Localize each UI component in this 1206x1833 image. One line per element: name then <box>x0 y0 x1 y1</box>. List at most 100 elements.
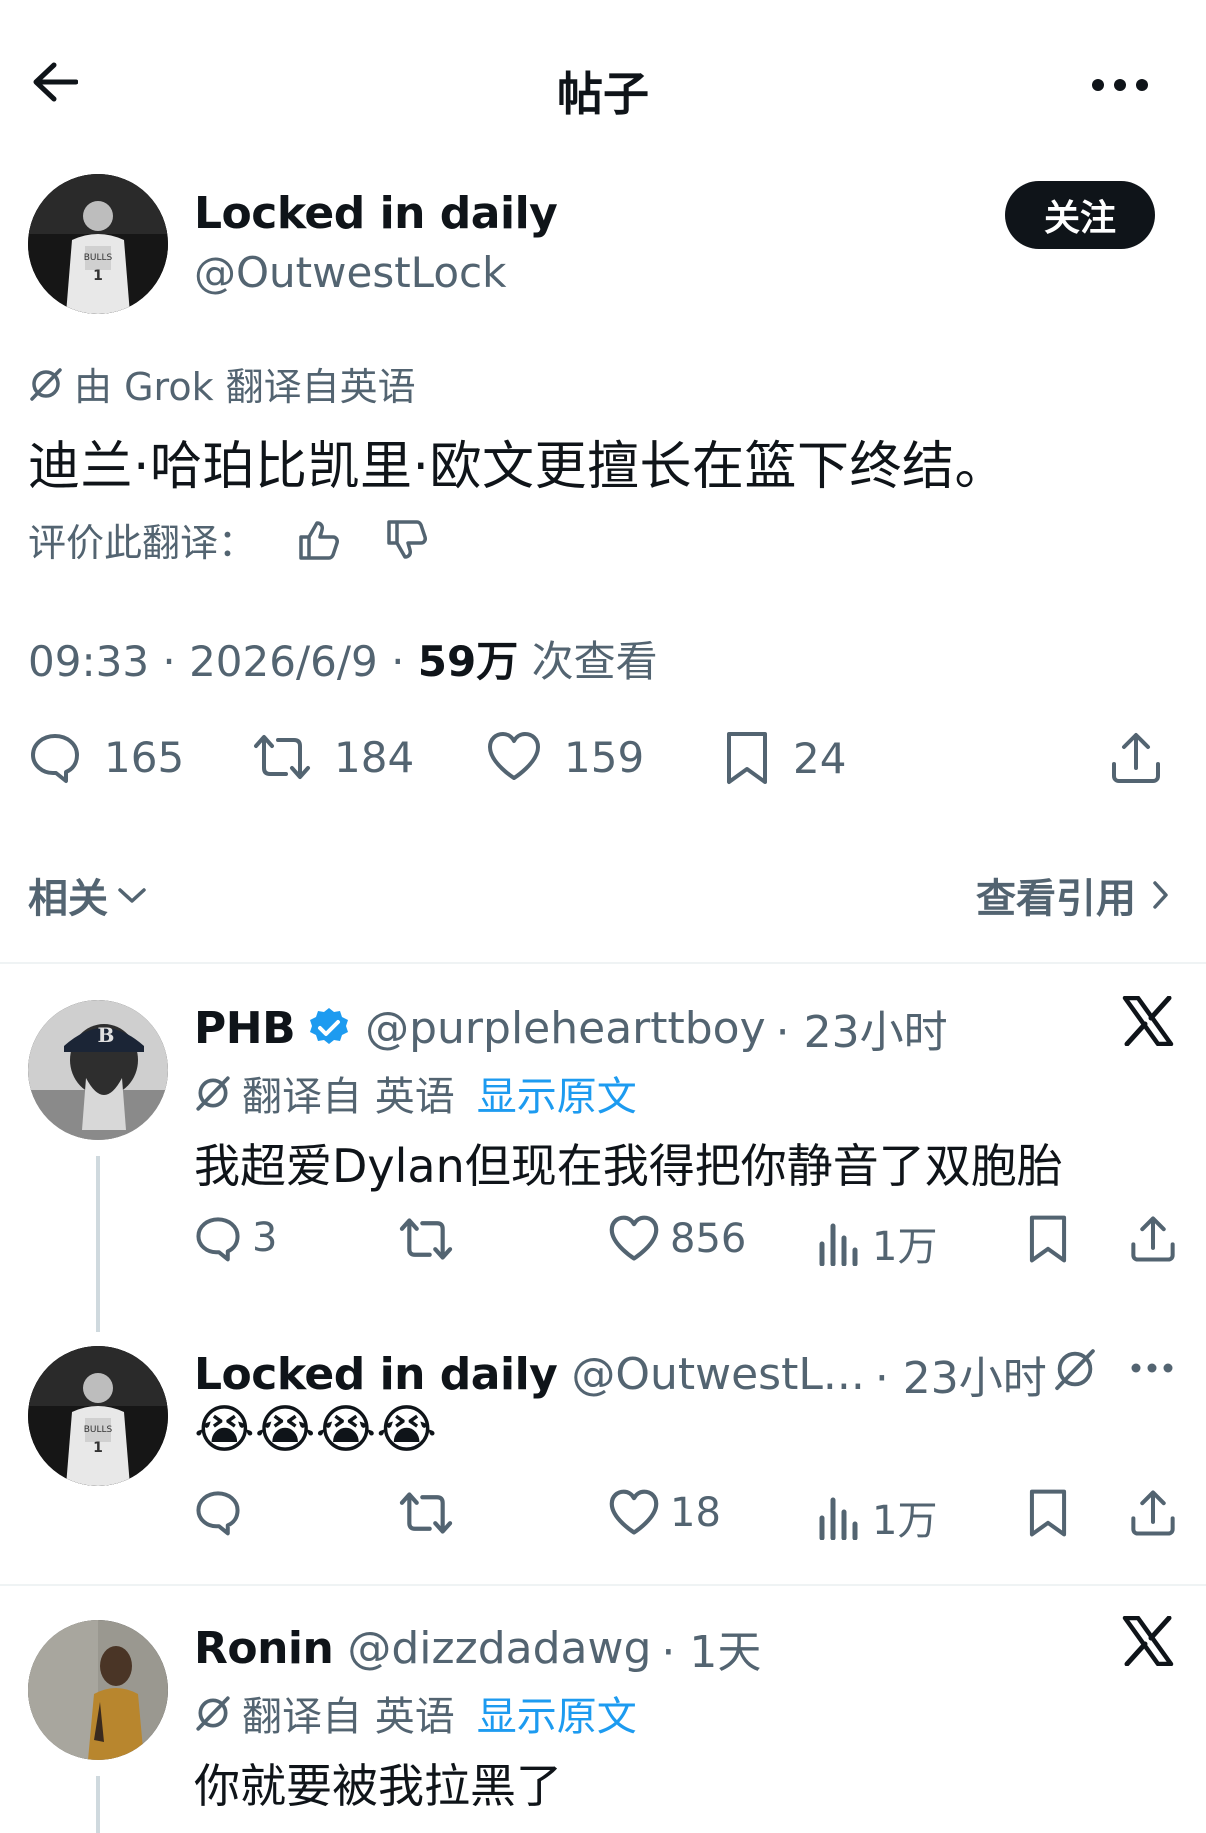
translate-icon <box>194 1694 232 1732</box>
bar-chart-icon <box>818 1220 862 1266</box>
bookmark-icon <box>1026 1488 1070 1538</box>
translated-from-label: 翻译自 英语 <box>242 1074 455 1120</box>
follow-button[interactable]: 关注 <box>1005 181 1155 249</box>
thumbs-down-icon[interactable] <box>386 519 430 561</box>
reply-actions: 18 1万 <box>194 1488 1184 1544</box>
share-icon <box>1128 1214 1178 1264</box>
reply-icon <box>28 730 82 784</box>
reply-author-name[interactable]: PHB <box>194 1003 296 1054</box>
bar-chart-icon <box>818 1494 862 1540</box>
reply-button[interactable]: 165 <box>28 730 184 784</box>
author-name[interactable]: Locked in daily <box>194 188 558 239</box>
heart-icon <box>486 730 542 784</box>
bookmark-count: 24 <box>793 733 847 783</box>
repost-icon <box>398 1214 454 1264</box>
repost-icon <box>398 1488 454 1538</box>
reply-header: Locked in daily @OutwestL... · 23小时 <box>194 1342 1047 1406</box>
share-button[interactable] <box>1108 730 1164 786</box>
related-dropdown[interactable]: 相关 <box>28 866 148 924</box>
view-count: 1万 <box>872 1498 938 1544</box>
svg-text:B: B <box>98 1023 115 1047</box>
heart-icon <box>608 1214 660 1264</box>
section-divider <box>0 962 1206 964</box>
share-icon <box>1108 730 1164 786</box>
reply-text: 我超爱Dylan但现在我得把你静音了双胞胎 <box>194 1139 1063 1193</box>
translation-note-text: 由 Grok 翻译自英语 <box>74 365 416 409</box>
svg-text:BULLS: BULLS <box>84 253 113 263</box>
reply-avatar[interactable]: BULLS 1 <box>28 1346 168 1486</box>
reply-count: 3 <box>252 1215 278 1261</box>
post-meta: 09:33 · 2026/6/9 · 59万 次查看 <box>28 628 658 689</box>
reply-actions: 3 856 1万 <box>194 1214 1184 1270</box>
related-label: 相关 <box>28 876 108 922</box>
translate-icon <box>194 1074 232 1112</box>
bookmark-button[interactable] <box>1026 1214 1070 1264</box>
reply-author-handle[interactable]: @dizzdadawg <box>347 1623 651 1674</box>
reply-author-handle[interactable]: @OutwestL... <box>571 1349 864 1400</box>
view-count: 1万 <box>872 1224 938 1270</box>
reply-header: PHB @purplehearttboy · 23小时 <box>194 996 948 1060</box>
translate-icon[interactable] <box>1052 1346 1098 1392</box>
views-button[interactable]: 1万 <box>818 1488 937 1546</box>
thread-line <box>96 1156 100 1332</box>
post-text: 迪兰·哈珀比凯里·欧文更擅长在篮下终结。 <box>28 437 1008 497</box>
chevron-right-icon <box>1150 879 1170 911</box>
rate-translation-label: 评价此翻译： <box>28 521 257 565</box>
verified-badge-icon <box>307 1006 351 1050</box>
share-button[interactable] <box>1128 1214 1178 1264</box>
reply-icon <box>194 1488 242 1536</box>
x-logo-icon <box>1122 1616 1174 1666</box>
share-button[interactable] <box>1128 1488 1178 1538</box>
like-button[interactable]: 159 <box>486 730 644 784</box>
show-original-link[interactable]: 显示原文 <box>477 1064 637 1122</box>
rate-translation: 评价此翻译： <box>28 512 430 567</box>
reply-button[interactable] <box>194 1488 252 1536</box>
repost-icon <box>252 730 312 784</box>
author-avatar[interactable]: BULLS 1 <box>28 174 168 314</box>
thread-line <box>96 1776 100 1833</box>
chevron-down-icon <box>116 885 148 905</box>
like-button[interactable]: 18 <box>608 1488 721 1538</box>
author-handle[interactable]: @OutwestLock <box>194 248 506 297</box>
view-quotes-link[interactable]: 查看引用 <box>976 866 1170 924</box>
bookmark-button[interactable]: 24 <box>723 730 846 786</box>
like-count: 856 <box>670 1216 747 1262</box>
reply-text: 你就要被我拉黑了 <box>194 1759 562 1813</box>
reply-author-name[interactable]: Ronin <box>194 1623 334 1674</box>
like-count: 18 <box>670 1490 721 1536</box>
share-icon <box>1128 1488 1178 1538</box>
translate-icon <box>28 366 64 402</box>
bookmark-button[interactable] <box>1026 1488 1070 1538</box>
reply-time[interactable]: · 23小时 <box>875 1342 1047 1406</box>
reply-author-name[interactable]: Locked in daily <box>194 1349 558 1400</box>
post-time[interactable]: 09:33 · 2026/6/9 · <box>28 637 418 686</box>
like-count: 159 <box>564 732 645 782</box>
translation-note: 由 Grok 翻译自英语 <box>28 356 416 411</box>
reply-time[interactable]: · 23小时 <box>776 996 948 1060</box>
repost-button[interactable]: 184 <box>252 730 414 784</box>
thumbs-up-icon[interactable] <box>298 519 342 561</box>
reply-count: 165 <box>104 732 185 782</box>
reply-time[interactable]: · 1天 <box>661 1616 761 1680</box>
like-button[interactable]: 856 <box>608 1214 746 1264</box>
heart-icon <box>608 1488 660 1538</box>
post-actions: 165 184 159 24 <box>28 730 1178 800</box>
reply-author-handle[interactable]: @purplehearttboy <box>365 1003 766 1054</box>
svg-text:1: 1 <box>93 1440 103 1456</box>
svg-text:1: 1 <box>93 268 103 284</box>
reply-avatar[interactable]: B <box>28 1000 168 1140</box>
view-quotes-label: 查看引用 <box>976 876 1136 922</box>
reply-avatar[interactable] <box>28 1620 168 1760</box>
repost-button[interactable] <box>398 1214 464 1264</box>
repost-button[interactable] <box>398 1488 464 1538</box>
more-options-icon[interactable] <box>1090 78 1150 92</box>
more-options-icon[interactable] <box>1130 1362 1174 1374</box>
x-logo-icon <box>1122 996 1174 1046</box>
reply-button[interactable]: 3 <box>194 1214 277 1262</box>
reply-header: Ronin @dizzdadawg · 1天 <box>194 1616 761 1680</box>
reply-translation-note: 翻译自 英语 显示原文 <box>194 1684 637 1742</box>
view-count: 59万 <box>417 637 519 686</box>
reply-icon <box>194 1214 242 1262</box>
views-button[interactable]: 1万 <box>818 1214 937 1272</box>
show-original-link[interactable]: 显示原文 <box>477 1684 637 1742</box>
